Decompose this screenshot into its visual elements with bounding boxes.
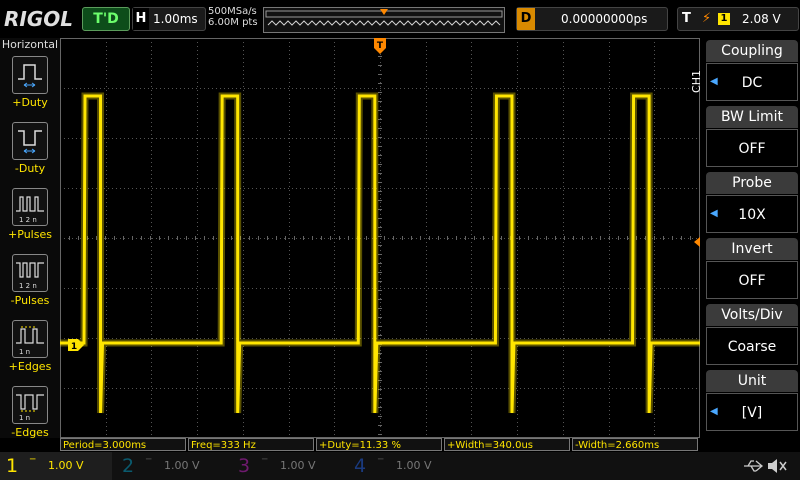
positive-width-measurement[interactable]: +Width=340.0us (444, 438, 570, 451)
softkey-value: DC (706, 63, 798, 101)
channel-scale: 1.00 V (164, 459, 200, 472)
softkey-value: OFF (706, 129, 798, 167)
channel-scale: 1.00 V (396, 459, 432, 472)
rising-edges-icon: 1 n (12, 320, 48, 358)
softkey-title: Unit (706, 370, 798, 392)
memory-overview-bar[interactable] (263, 7, 505, 33)
delay-indicator[interactable]: D 0.00000000ps (516, 7, 668, 31)
trigger-source-badge: 1 (718, 13, 730, 25)
softkey-value: 10X (706, 195, 798, 233)
coupling-softkey[interactable]: Coupling DC ◀ (704, 40, 800, 104)
softkey-title: Volts/Div (706, 304, 798, 326)
rising-edge-icon: ⚡ (702, 11, 712, 26)
measure-label: +Edges (8, 360, 52, 373)
softkey-title: Coupling (706, 40, 798, 62)
channel-2-tab[interactable]: 2 ─ 1.00 V (116, 452, 228, 480)
bw-limit-softkey[interactable]: BW Limit OFF (704, 106, 800, 170)
menu-title: Horizontal (1, 38, 59, 51)
memory-trigger-marker (380, 9, 388, 15)
menu-channel-label: CH1 (690, 70, 703, 93)
select-arrow-icon: ◀ (710, 406, 718, 417)
measure-label: +Duty (12, 96, 48, 109)
positive-duty-measurement[interactable]: +Duty=11.33 % (316, 438, 442, 451)
trigger-indicator[interactable]: T ⚡ 1 2.08 V (677, 7, 799, 31)
svg-text:1 n: 1 n (19, 348, 30, 356)
rigol-logo: RIGOL (4, 7, 74, 31)
dc-coupling-icon: ─ (262, 455, 268, 465)
top-status-bar: RIGOL T'D H 1.00ms 500MSa/s 6.00M pts D … (0, 0, 800, 38)
channel-1-tab[interactable]: 1 ─ 1.00 V (0, 452, 112, 480)
period-measurement[interactable]: Period=3.000ms (60, 438, 186, 451)
channel-status-bar: 1 ─ 1.00 V 2 ─ 1.00 V 3 ─ 1.00 V 4 ─ 1.0… (0, 452, 800, 480)
softkey-title: Probe (706, 172, 798, 194)
delay-label: D (517, 8, 535, 30)
timebase-indicator[interactable]: H 1.00ms (132, 7, 206, 31)
dc-coupling-icon: ─ (378, 455, 384, 465)
measure-negative-duty-button[interactable]: -Duty (0, 122, 60, 186)
invert-softkey[interactable]: Invert OFF (704, 238, 800, 302)
softkey-value: Coarse (706, 327, 798, 365)
channel-number: 4 (354, 455, 367, 477)
measure-label: -Pulses (10, 294, 50, 307)
softkey-value: [V] (706, 393, 798, 431)
trigger-level-value: 2.08 V (742, 12, 781, 26)
horizontal-measure-menu: Horizontal +Duty -Duty 1 2 n +Pulses 1 2… (0, 38, 61, 439)
softkey-value: OFF (706, 261, 798, 299)
waveform-grid: T1 (60, 38, 700, 438)
probe-softkey[interactable]: Probe 10X ◀ (704, 172, 800, 236)
softkey-title: Invert (706, 238, 798, 260)
trigger-position-marker: T (374, 38, 386, 54)
svg-text:1 n: 1 n (19, 414, 30, 422)
run-status-badge[interactable]: T'D (82, 7, 130, 31)
select-arrow-icon: ◀ (710, 76, 718, 87)
channel-scale: 1.00 V (280, 459, 316, 472)
measure-negative-pulses-button[interactable]: 1 2 n -Pulses (0, 254, 60, 318)
volts-div-softkey[interactable]: Volts/Div Coarse (704, 304, 800, 368)
timebase-value: 1.00ms (153, 12, 198, 26)
channel-menu: Coupling DC ◀ BW Limit OFF Probe 10X ◀ I… (704, 38, 800, 438)
softkey-title: BW Limit (706, 106, 798, 128)
measure-falling-edges-button[interactable]: 1 n -Edges (0, 386, 60, 450)
dc-coupling-icon: ─ (30, 455, 36, 465)
memory-depth: 6.00M pts (208, 17, 258, 28)
measure-label: -Edges (11, 426, 49, 439)
measure-label: +Pulses (8, 228, 52, 241)
measure-positive-duty-button[interactable]: +Duty (0, 56, 60, 120)
select-arrow-icon: ◀ (710, 208, 718, 219)
channel-1-offset-label: 1 (71, 342, 77, 352)
negative-duty-icon (12, 122, 48, 160)
trigger-position-label: T (377, 41, 384, 51)
acquisition-info: 500MSa/s 6.00M pts (208, 6, 264, 28)
measurement-bar: Period=3.000ms Freq=333 Hz +Duty=11.33 %… (60, 438, 700, 452)
sample-rate: 500MSa/s (208, 6, 257, 17)
delay-value: 0.00000000ps (561, 12, 648, 26)
measure-rising-edges-button[interactable]: 1 n +Edges (0, 320, 60, 384)
channel-number: 3 (238, 455, 251, 477)
channel-scale: 1.00 V (48, 459, 84, 472)
usb-icon (744, 460, 764, 472)
channel-number: 2 (122, 455, 135, 477)
negative-pulses-icon: 1 2 n (12, 254, 48, 292)
svg-text:1 2 n: 1 2 n (19, 282, 37, 290)
channel-number: 1 (6, 455, 19, 477)
positive-pulses-icon: 1 2 n (12, 188, 48, 226)
svg-text:1 2 n: 1 2 n (19, 216, 37, 224)
trigger-label: T (682, 11, 691, 26)
dc-coupling-icon: ─ (146, 455, 152, 465)
timebase-label: H (133, 8, 149, 30)
waveform-display[interactable]: T1 (60, 38, 700, 438)
measure-label: -Duty (14, 162, 46, 175)
negative-width-measurement[interactable]: -Width=2.660ms (572, 438, 698, 451)
measure-positive-pulses-button[interactable]: 1 2 n +Pulses (0, 188, 60, 252)
speaker-muted-icon[interactable] (766, 457, 788, 475)
channel-4-tab[interactable]: 4 ─ 1.00 V (348, 452, 460, 480)
falling-edges-icon: 1 n (12, 386, 48, 424)
unit-softkey[interactable]: Unit [V] ◀ (704, 370, 800, 434)
frequency-measurement[interactable]: Freq=333 Hz (188, 438, 314, 451)
memory-overview-waveform (265, 9, 503, 26)
positive-duty-icon (12, 56, 48, 94)
channel-3-tab[interactable]: 3 ─ 1.00 V (232, 452, 344, 480)
